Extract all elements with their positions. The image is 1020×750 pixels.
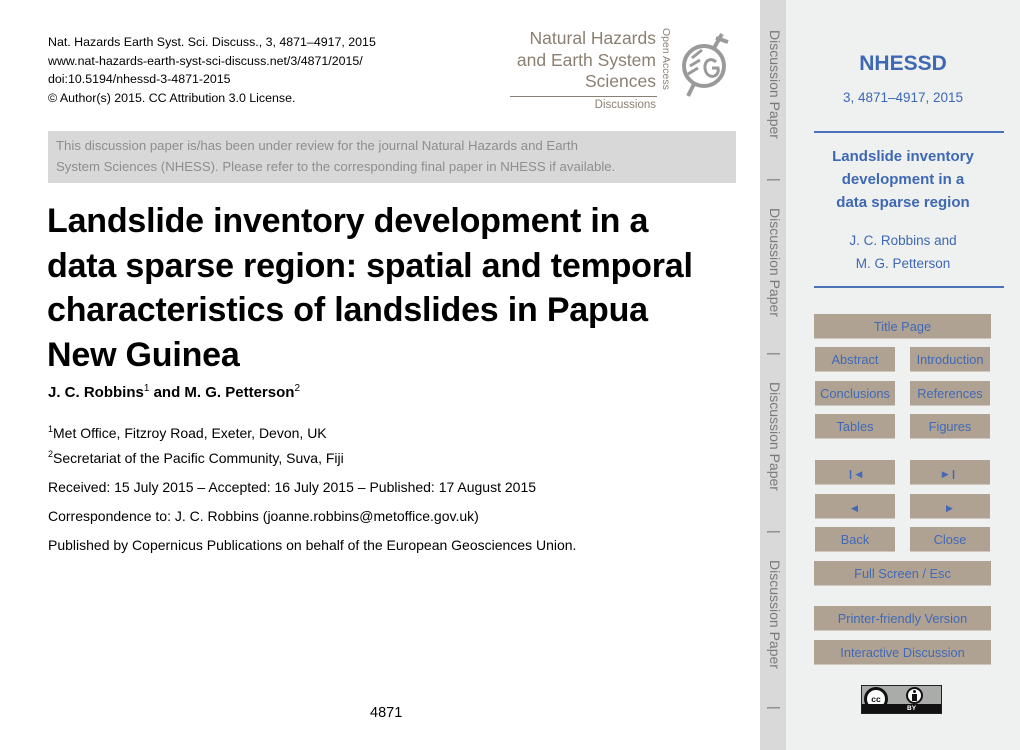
- sidebar-authors-line1: J. C. Robbins and: [849, 233, 957, 248]
- affiliations: 1Met Office, Fitzroy Road, Exeter, Devon…: [48, 419, 344, 469]
- author-conjunction: and: [149, 384, 185, 401]
- first-page-arrow: ◀: [855, 469, 864, 479]
- affiliation-text: Met Office, Fitzroy Road, Exeter, Devon,…: [53, 425, 327, 441]
- review-notice-line2: System Sciences (NHESS). Please refer to…: [56, 159, 616, 174]
- review-notice-banner: This discussion paper is/has been under …: [48, 131, 736, 183]
- close-button[interactable]: Close: [910, 527, 990, 552]
- citation-license: © Author(s) 2015. CC Attribution 3.0 Lic…: [48, 90, 296, 105]
- next-page-icon: ▶: [946, 503, 954, 513]
- discussion-paper-label: Discussion Paper: [767, 382, 783, 491]
- figures-button[interactable]: Figures: [910, 414, 990, 439]
- discussion-paper-separator: |: [767, 178, 783, 182]
- affiliation-1: 1Met Office, Fitzroy Road, Exeter, Devon…: [48, 419, 344, 444]
- sidebar-divider: [814, 131, 1004, 133]
- printer-friendly-button[interactable]: Printer-friendly Version: [814, 606, 991, 631]
- journal-name-line3: Sciences: [584, 71, 656, 91]
- last-page-icon: ❙: [949, 469, 959, 479]
- previous-page-icon: ◀: [851, 503, 859, 513]
- last-page-button[interactable]: ▶❙: [910, 460, 990, 485]
- journal-name-line1: Natural Hazards: [529, 28, 656, 48]
- sidebar-authors: J. C. Robbins and M. G. Petterson: [786, 229, 1020, 275]
- sidebar-short-title: Landslide inventory development in a dat…: [786, 145, 1020, 214]
- discussion-paper-label: Discussion Paper: [767, 560, 783, 669]
- correspondence[interactable]: Correspondence to: J. C. Robbins (joanne…: [48, 508, 479, 524]
- abstract-button[interactable]: Abstract: [815, 347, 895, 372]
- tables-button[interactable]: Tables: [815, 414, 895, 439]
- first-page-button[interactable]: ❙◀: [815, 460, 895, 485]
- paper-title-line3: characteristics of landslides in Papua: [47, 291, 648, 329]
- short-title-line2: development in a: [841, 171, 965, 188]
- references-button[interactable]: References: [910, 381, 990, 406]
- attribution-person-icon: [906, 687, 923, 704]
- by-bar: [862, 704, 941, 713]
- last-page-arrow: ▶: [941, 469, 950, 479]
- journal-name-line2: and Earth System: [516, 49, 656, 70]
- author-name: M. G. Petterson: [184, 384, 295, 401]
- sidebar-divider: [814, 286, 1004, 288]
- journal-abbreviation: NHESSD: [859, 52, 947, 75]
- back-button[interactable]: Back: [815, 527, 895, 552]
- by-label: BY: [907, 705, 917, 712]
- paper-title-line1: Landslide inventory development in a: [47, 202, 649, 240]
- author-affiliation-mark: 2: [294, 383, 301, 394]
- conclusions-button[interactable]: Conclusions: [815, 381, 895, 406]
- open-access-label: Open Access: [658, 28, 672, 98]
- citation-journal: Nat. Hazards Earth Syst. Sci. Discuss., …: [48, 35, 376, 49]
- journal-logo-name: Natural Hazards and Earth System Science…: [517, 28, 656, 93]
- citation-doi[interactable]: doi:10.5194/nhessd-3-4871-2015: [48, 70, 376, 89]
- short-title-line1: Landslide inventory: [832, 148, 974, 165]
- next-page-button[interactable]: ▶: [910, 494, 990, 519]
- previous-page-button[interactable]: ◀: [815, 494, 895, 519]
- review-notice-line1: This discussion paper is/has been under …: [56, 138, 578, 153]
- sidebar-authors-line2: M. G. Petterson: [855, 256, 951, 271]
- full-screen-button[interactable]: Full Screen / Esc: [814, 561, 991, 586]
- publication-dates: Received: 15 July 2015 – Accepted: 16 Ju…: [48, 479, 537, 495]
- paper-title-line4: New Guinea: [47, 335, 240, 374]
- paper-title: Landslide inventory development in a dat…: [47, 199, 747, 377]
- journal-logo-rule: [510, 96, 657, 97]
- discussion-paper-label: Discussion Paper: [767, 30, 783, 139]
- cc-by-license-badge[interactable]: cc BY: [861, 685, 942, 714]
- discussion-paper-separator: |: [767, 530, 783, 534]
- citation-url[interactable]: www.nat-hazards-earth-syst-sci-discuss.n…: [48, 52, 376, 71]
- paper-title-line2: data sparse region: spatial and temporal: [47, 246, 693, 285]
- citation-block: Nat. Hazards Earth Syst. Sci. Discuss., …: [48, 33, 376, 107]
- open-access-text: Open Access: [660, 28, 672, 90]
- discussion-paper-separator: |: [767, 352, 783, 356]
- paper-page: Nat. Hazards Earth Syst. Sci. Discuss., …: [0, 0, 760, 750]
- publisher-note: Published by Copernicus Publications on …: [48, 537, 577, 553]
- journal-volume: 3, 4871–4917, 2015: [842, 90, 964, 105]
- interactive-discussion-button[interactable]: Interactive Discussion: [814, 640, 991, 665]
- egu-globe-icon: [682, 33, 729, 97]
- journal-logo: Natural Hazards and Earth System Science…: [508, 28, 729, 118]
- introduction-button[interactable]: Introduction: [910, 347, 990, 372]
- author-list: J. C. Robbins1 and M. G. Petterson2: [48, 383, 300, 401]
- title-page-button[interactable]: Title Page: [814, 314, 991, 339]
- author-name: J. C. Robbins: [48, 384, 144, 401]
- page-number: 4871: [370, 705, 403, 721]
- discussion-paper-separator: |: [767, 706, 783, 710]
- affiliation-2: 2Secretariat of the Pacific Community, S…: [48, 444, 344, 469]
- journal-logo-discussions: Discussions: [594, 99, 656, 111]
- discussion-paper-label: Discussion Paper: [767, 208, 783, 317]
- discussion-paper-strip: Discussion Paper | Discussion Paper | Di…: [760, 0, 786, 750]
- affiliation-text: Secretariat of the Pacific Community, Su…: [53, 450, 344, 466]
- navigation-sidebar: NHESSD 3, 4871–4917, 2015 Landslide inve…: [786, 0, 1020, 750]
- short-title-line3: data sparse region: [836, 194, 970, 211]
